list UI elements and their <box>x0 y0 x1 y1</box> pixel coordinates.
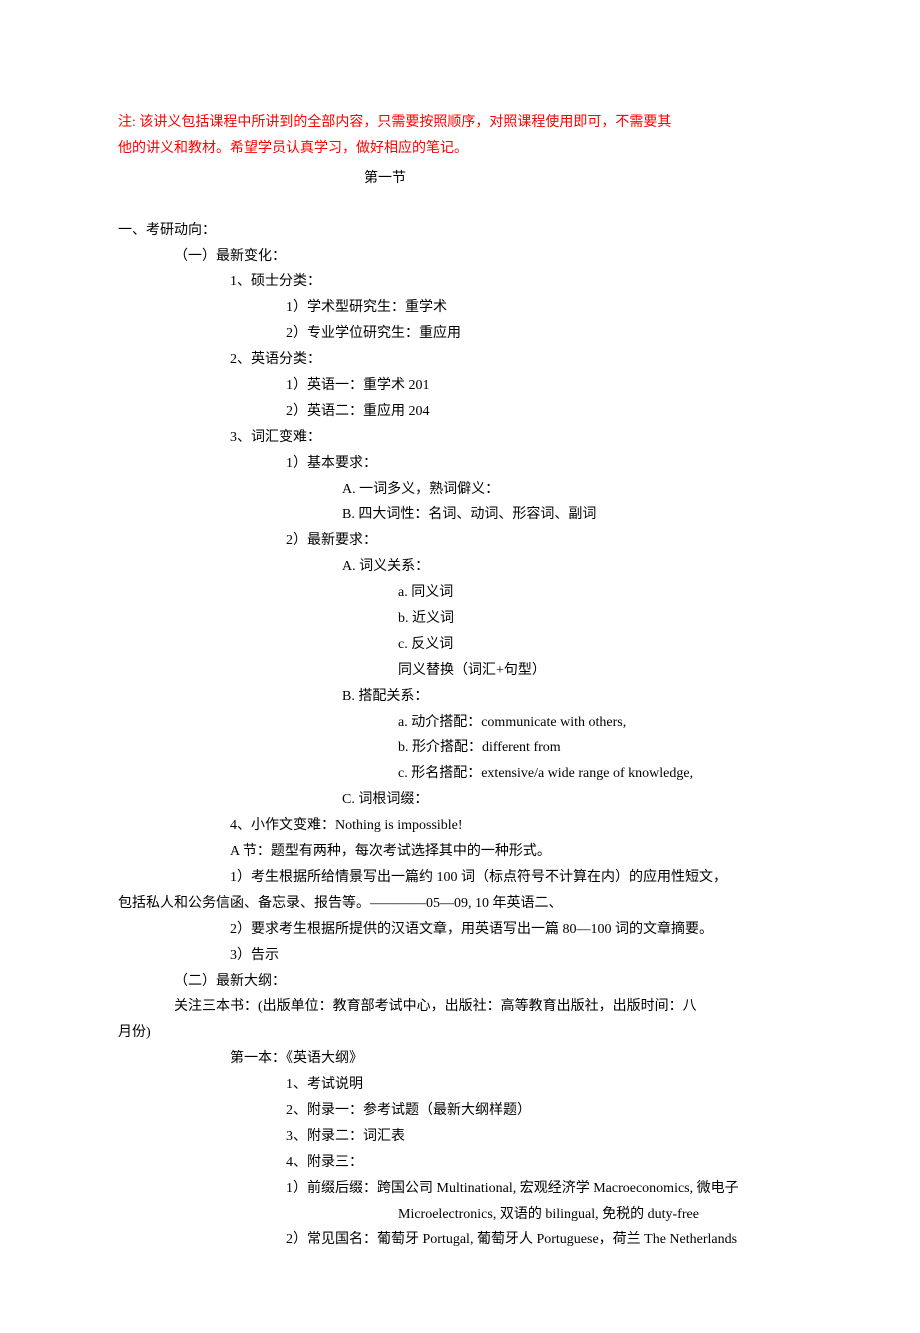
item-3-1: 1）基本要求： <box>118 451 802 477</box>
book-1-1: 1、考试说明 <box>118 1072 802 1098</box>
item-3-1-a: A. 一词多义，熟词僻义： <box>118 477 802 503</box>
book-1-4-1b: Microelectronics, 双语的 bilingual, 免税的 dut… <box>118 1202 802 1228</box>
subheading-1b: （二）最新大纲： <box>118 969 802 995</box>
document-page: 注: 该讲义包括课程中所讲到的全部内容，只需要按照顺序，对照课程使用即可，不需要… <box>0 0 920 1333</box>
item-4-3: 3）告示 <box>118 943 802 969</box>
item-2-2: 2）英语二：重应用 204 <box>118 399 802 425</box>
item-1: 1、硕士分类： <box>118 269 802 295</box>
book-intro-b: 月份) <box>118 1020 802 1046</box>
item-3-2-b-b: b. 形介搭配：different from <box>118 735 802 761</box>
book-1-4: 4、附录三： <box>118 1150 802 1176</box>
item-3-2-b-a: a. 动介搭配：communicate with others, <box>118 710 802 736</box>
item-3-2: 2）最新要求： <box>118 528 802 554</box>
item-4-1a: 1）考生根据所给情景写出一篇约 100 词（标点符号不计算在内）的应用性短文， <box>118 865 802 891</box>
item-4-1b: 包括私人和公务信函、备忘录、报告等。————05—09, 10 年英语二、 <box>118 891 802 917</box>
item-4: 4、小作文变难：Nothing is impossible! <box>118 813 802 839</box>
item-3-1-b: B. 四大词性：名词、动词、形容词、副词 <box>118 502 802 528</box>
note-line-1: 注: 该讲义包括课程中所讲到的全部内容，只需要按照顺序，对照课程使用即可，不需要… <box>118 110 802 136</box>
note-block: 注: 该讲义包括课程中所讲到的全部内容，只需要按照顺序，对照课程使用即可，不需要… <box>118 110 802 162</box>
item-3-2-a-d: 同义替换（词汇+句型） <box>118 658 802 684</box>
item-2: 2、英语分类： <box>118 347 802 373</box>
section-title: 第一节 <box>118 166 802 192</box>
item-3: 3、词汇变难： <box>118 425 802 451</box>
item-3-2-b-c: c. 形名搭配：extensive/a wide range of knowle… <box>118 761 802 787</box>
item-3-2-a: A. 词义关系： <box>118 554 802 580</box>
spacer <box>118 192 802 218</box>
item-1-2: 2）专业学位研究生：重应用 <box>118 321 802 347</box>
item-4-2: 2）要求考生根据所提供的汉语文章，用英语写出一篇 80—100 词的文章摘要。 <box>118 917 802 943</box>
item-3-2-b: B. 搭配关系： <box>118 684 802 710</box>
item-4-A: A 节：题型有两种，每次考试选择其中的一种形式。 <box>118 839 802 865</box>
item-3-2-a-b: b. 近义词 <box>118 606 802 632</box>
note-line-2: 他的讲义和教材。希望学员认真学习，做好相应的笔记。 <box>118 136 802 162</box>
book-1-2: 2、附录一：参考试题（最新大纲样题） <box>118 1098 802 1124</box>
item-2-1: 1）英语一：重学术 201 <box>118 373 802 399</box>
item-3-2-c: C. 词根词缀： <box>118 787 802 813</box>
subheading-1a: （一）最新变化： <box>118 244 802 270</box>
book-1-4-2: 2）常见国名：葡萄牙 Portugal, 葡萄牙人 Portuguese，荷兰 … <box>118 1227 802 1253</box>
item-1-1: 1）学术型研究生：重学术 <box>118 295 802 321</box>
item-3-2-a-a: a. 同义词 <box>118 580 802 606</box>
book-1-3: 3、附录二：词汇表 <box>118 1124 802 1150</box>
book-1-4-1a: 1）前缀后缀：跨国公司 Multinational, 宏观经济学 Macroec… <box>118 1176 802 1202</box>
book-intro-a: 关注三本书：(出版单位：教育部考试中心，出版社：高等教育出版社，出版时间：八 <box>118 994 802 1020</box>
item-3-2-a-c: c. 反义词 <box>118 632 802 658</box>
heading-1: 一、考研动向： <box>118 218 802 244</box>
book-1: 第一本：《英语大纲》 <box>118 1046 802 1072</box>
